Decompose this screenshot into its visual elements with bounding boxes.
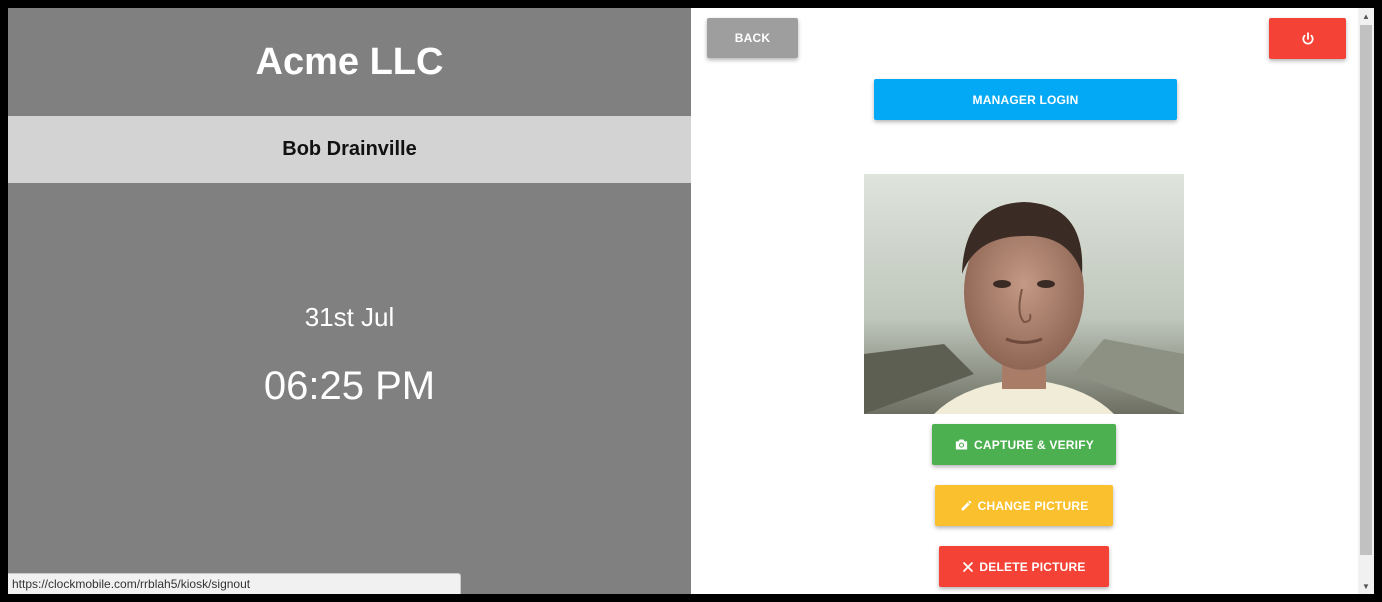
current-time: 06:25 PM	[263, 364, 436, 408]
vertical-scrollbar[interactable]: ▲ ▼	[1358, 8, 1374, 594]
pencil-icon	[961, 500, 971, 511]
scrollbar-thumb[interactable]	[1360, 25, 1372, 555]
photo-image	[864, 174, 1184, 414]
back-button[interactable]: BACK	[707, 18, 798, 58]
power-icon	[1301, 31, 1314, 44]
power-button[interactable]	[1269, 18, 1346, 59]
change-picture-label: CHANGE PICTURE	[977, 498, 1089, 513]
company-name: Acme LLC	[255, 40, 444, 83]
close-icon	[963, 561, 974, 572]
delete-picture-label: DELETE PICTURE	[979, 559, 1086, 574]
scroll-up-arrow-icon[interactable]: ▲	[1358, 8, 1374, 24]
status-bar-url: https://clockmobile.com/rrblah5/kiosk/si…	[8, 573, 461, 594]
delete-picture-button[interactable]: DELETE PICTURE	[939, 546, 1109, 587]
employee-name: Bob Drainville	[8, 116, 691, 183]
change-picture-button[interactable]: CHANGE PICTURE	[935, 485, 1113, 526]
manager-login-label: MANAGER LOGIN	[972, 92, 1079, 107]
camera-icon	[955, 439, 968, 450]
capture-verify-button[interactable]: CAPTURE & VERIFY	[932, 424, 1116, 465]
right-panel: BACK MANAGER LOGIN CAPTURE & VERIFY CHAN…	[691, 8, 1358, 594]
left-panel: Acme LLC Bob Drainville 31st Jul 06:25 P…	[8, 8, 691, 594]
back-button-label: BACK	[734, 31, 771, 45]
manager-login-button[interactable]: MANAGER LOGIN	[874, 79, 1177, 120]
employee-photo	[864, 174, 1184, 414]
current-date: 31st Jul	[304, 302, 395, 332]
scroll-down-arrow-icon[interactable]: ▼	[1358, 578, 1374, 594]
capture-verify-label: CAPTURE & VERIFY	[974, 437, 1094, 452]
kiosk-window: Acme LLC Bob Drainville 31st Jul 06:25 P…	[8, 8, 1374, 594]
